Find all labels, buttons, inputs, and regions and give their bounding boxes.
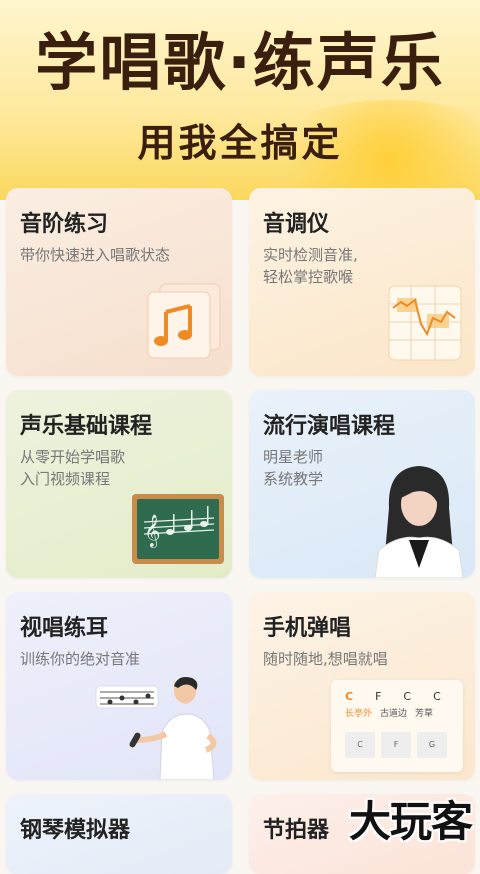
card-title: 流行演唱课程 xyxy=(263,414,396,439)
hero-subtitle: 用我全搞定 xyxy=(137,121,343,165)
key-row: C F G xyxy=(345,732,447,758)
card-scale-practice[interactable]: 音阶练习 带你快速进入唱歌状态 xyxy=(6,188,232,376)
card-desc: 从零开始学唱歌 入门视频课程 xyxy=(20,448,126,488)
card-pitch-meter[interactable]: 音调仪 实时检测音准, 轻松掌控歌喉 xyxy=(249,188,475,376)
chord-sheet-icon: C F C C 长亭外 古道边 芳草 C F G xyxy=(331,680,463,772)
card-piano-simulator[interactable]: 钢琴模拟器 xyxy=(6,794,232,874)
singer-illustration xyxy=(95,677,217,780)
card-desc: 实时检测音准, 轻松掌控歌喉 xyxy=(263,246,358,286)
svg-text:𝄞: 𝄞 xyxy=(144,514,161,548)
card-title: 音阶练习 xyxy=(20,212,109,237)
card-title: 钢琴模拟器 xyxy=(20,818,131,843)
key-button: F xyxy=(381,732,411,758)
chord-label: C xyxy=(403,690,412,703)
lyric-text: 长亭外 xyxy=(345,709,373,719)
key-button: G xyxy=(417,732,447,758)
card-title: 音调仪 xyxy=(263,212,330,237)
card-pop-singing[interactable]: 流行演唱课程 明星老师 系统教学 xyxy=(249,390,475,578)
card-vocal-basics[interactable]: 声乐基础课程 从零开始学唱歌 入门视频课程 𝄞 xyxy=(6,390,232,578)
card-title: 手机弹唱 xyxy=(263,616,352,641)
pitch-graph-icon xyxy=(388,285,462,361)
card-title: 声乐基础课程 xyxy=(20,414,153,439)
lyric-row: 长亭外 古道边 芳草 xyxy=(345,706,433,719)
chalkboard-icon: 𝄞 xyxy=(132,494,224,564)
chord-label: C xyxy=(345,690,354,703)
chord-label: C xyxy=(433,690,441,703)
card-desc: 训练你的绝对音准 xyxy=(20,650,141,668)
card-title: 节拍器 xyxy=(263,818,330,843)
key-button: C xyxy=(345,732,375,758)
hero-title: 学唱歌·练声乐 xyxy=(35,26,445,99)
card-play-and-sing[interactable]: 手机弹唱 随时随地,想唱就唱 C F C C 长亭外 古道边 芳草 C F G xyxy=(249,592,475,780)
chord-label: F xyxy=(375,690,382,703)
watermark-logo: 大玩客 xyxy=(348,797,473,846)
card-title: 视唱练耳 xyxy=(20,616,109,641)
card-desc: 随时随地,想唱就唱 xyxy=(263,650,388,668)
music-notes-icon xyxy=(147,283,221,359)
lyric-text: 芳草 xyxy=(415,709,434,719)
chord-row: C F C C xyxy=(345,690,441,703)
card-ear-training[interactable]: 视唱练耳 训练你的绝对音准 xyxy=(6,592,232,780)
teacher-avatar xyxy=(374,466,464,578)
card-desc: 明星老师 系统教学 xyxy=(263,448,324,488)
hero-banner: 学唱歌·练声乐 用我全搞定 xyxy=(0,0,480,200)
card-desc: 带你快速进入唱歌状态 xyxy=(20,246,171,264)
lyric-text: 古道边 xyxy=(380,709,408,719)
